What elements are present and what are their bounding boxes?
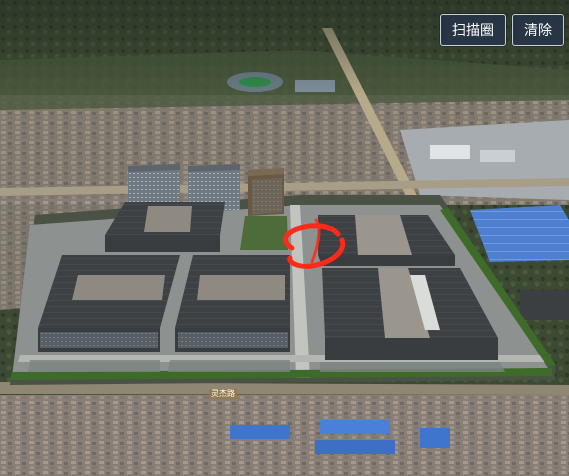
map-viewport[interactable]: 灵杰路 扫描圈 清除 — [0, 0, 569, 476]
map-toolbar: 扫描圈 清除 — [440, 14, 564, 46]
satellite-3d-scene[interactable] — [0, 0, 569, 476]
road-label: 灵杰路 — [209, 389, 237, 399]
scan-circle-button[interactable]: 扫描圈 — [440, 14, 506, 46]
clear-button[interactable]: 清除 — [512, 14, 564, 46]
